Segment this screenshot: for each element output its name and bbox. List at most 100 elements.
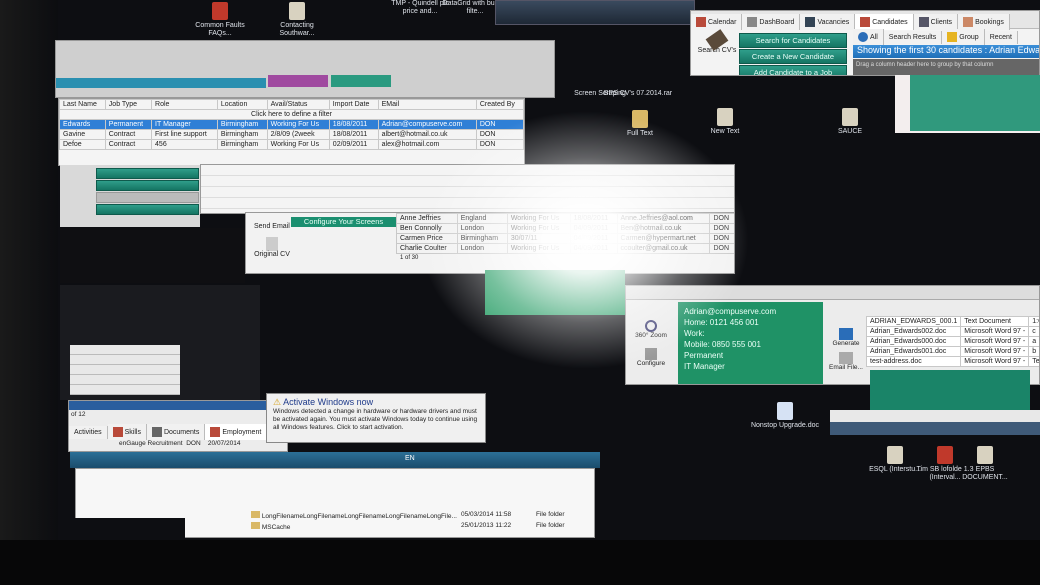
generate-button[interactable]: Generate: [826, 328, 866, 347]
cell: DON: [709, 243, 734, 254]
table-row[interactable]: Charlie Coulter London Working For Us 04/09…: [396, 243, 734, 254]
table-row[interactable]: Gavine Contract First line support Birmingh…: [59, 129, 524, 140]
folder-row[interactable]: MSCache 25/01/2013 11:22 File folder: [251, 522, 591, 531]
tab-clients[interactable]: Clients: [913, 14, 959, 31]
cell: Edwards: [59, 119, 106, 130]
cell: 04/09/2011: [569, 243, 618, 254]
desktop-icon-nonstop-upgrade[interactable]: Nonstop Upgrade.doc: [750, 402, 820, 430]
cell: Adrian_Edwards001.doc: [865, 346, 962, 357]
desktop-icon[interactable]: Contacting Southwar...: [262, 2, 332, 38]
table-row[interactable]: Edwards Permanent IT Manager Birmingham Work…: [59, 119, 524, 130]
sidebar-button[interactable]: [96, 180, 199, 191]
popup-body: Windows detected a change in hardware or…: [273, 408, 478, 431]
cell: 18/08/2011: [328, 129, 379, 140]
table-row[interactable]: Defoe Contract 456 Birmingham Working For Us…: [59, 139, 524, 150]
toolbar-all[interactable]: All: [853, 29, 884, 45]
folder-icon: [632, 110, 648, 128]
contact-details: Adrian@compuserve.com Home: 0121 456 001…: [678, 302, 823, 384]
toolbar-group[interactable]: Group: [942, 29, 985, 45]
original-cv-button[interactable]: Original CV: [254, 237, 290, 258]
folder-icon: [251, 511, 260, 518]
column-header[interactable]: Avail/Status: [266, 99, 330, 110]
desktop-icon-new-text[interactable]: New Text: [690, 108, 760, 136]
sidebar-button[interactable]: [96, 204, 199, 215]
file-row[interactable]: Adrian_Edwards000.doc Microsoft Word 97 -…: [865, 336, 1039, 347]
candidate-record-window: of 12 Activities Skills Documents Employmen…: [68, 400, 288, 452]
sidebar-button[interactable]: [96, 192, 199, 203]
file-row[interactable]: test-address.docMicrosoft Word 97 -Testi…: [865, 356, 1039, 367]
desktop-icon-sauce[interactable]: SAUCE: [815, 108, 885, 136]
star-icon: [947, 32, 958, 42]
zoom-360-button[interactable]: 360° Zoom: [630, 320, 672, 339]
activate-windows-popup[interactable]: ⚠ Activate Windows now Windows detected …: [266, 393, 486, 443]
desktop-icon[interactable]: EPBS DOCUMENT...: [955, 446, 1015, 482]
warning-icon: ⚠: [273, 397, 284, 407]
desktop-icon[interactable]: Common Faults FAQs...: [185, 2, 255, 38]
email-file-button[interactable]: Email File...: [826, 352, 866, 371]
search-cvs-button[interactable]: Search CV's: [695, 29, 739, 54]
cell: Microsoft Word 97 -: [960, 356, 1030, 367]
cell: ccoulter@gmail.co.uk: [616, 243, 711, 254]
cell: Charlie Coulter: [396, 243, 458, 254]
pink-button[interactable]: [268, 75, 328, 87]
file-row[interactable]: Adrian_Edwards001.doc Microsoft Word 97 -…: [865, 346, 1039, 357]
table-row[interactable]: Carmen Price Birmingham 30/07/11 04/09/2011…: [396, 233, 734, 244]
file-row[interactable]: ADRIAN_EDWARDS_000.1Text Document1:CV Da…: [865, 316, 1039, 327]
send-email-button[interactable]: Send Email: [254, 223, 290, 230]
contact-email: Adrian@compuserve.com: [684, 307, 777, 316]
configure-button[interactable]: Configure: [630, 348, 672, 367]
column-header[interactable]: Created By: [475, 99, 524, 110]
column-header[interactable]: Import Date: [328, 99, 379, 110]
tab-calendar[interactable]: Calendar: [691, 14, 743, 31]
green-panel: [485, 270, 625, 315]
desktop-icon-full-text[interactable]: Full Text: [605, 110, 675, 138]
toolbar-search-results[interactable]: Search Results: [883, 30, 943, 44]
desktop-icon-bps-cvs[interactable]: BPS CV's 07.2014.rar: [603, 90, 673, 98]
create-candidate-button[interactable]: Create a New Candidate: [739, 49, 847, 64]
contact-job-type: Permanent: [684, 351, 724, 360]
language-indicator[interactable]: EN: [405, 455, 415, 462]
cell: Working For Us: [266, 119, 330, 130]
tab-vacancies[interactable]: Vacancies: [800, 14, 856, 31]
column-header[interactable]: EMail: [377, 99, 477, 110]
table-row[interactable]: Anne Jeffries England Working For Us 18/08/…: [396, 213, 734, 224]
tab-skills[interactable]: Skills: [107, 424, 147, 441]
chair-icon: [805, 17, 816, 28]
column-header[interactable]: Role: [151, 99, 218, 110]
column-header[interactable]: Last Name: [59, 99, 106, 110]
tab-documents[interactable]: Documents: [146, 424, 206, 441]
taskbar-thumbnails[interactable]: [495, 0, 695, 25]
file-row[interactable]: Adrian_Edwards002.doc Microsoft Word 97 -…: [865, 326, 1039, 337]
folder-row[interactable]: LongFilenameLongFilenameLongFilenameLong…: [251, 511, 565, 520]
tab-dashboard[interactable]: DashBoard: [742, 14, 801, 31]
configure-screens-button[interactable]: Configure Your Screens: [291, 217, 396, 227]
glitched-statusbar: [830, 410, 1040, 435]
cell: albert@hotmail.co.uk: [377, 129, 477, 140]
grid-pager[interactable]: 1 of 30: [396, 254, 734, 262]
sidebar-button[interactable]: [96, 168, 199, 179]
teal-button[interactable]: [331, 75, 391, 87]
tab-activities[interactable]: Activities: [69, 426, 108, 439]
table-row[interactable]: Ben Connolly London Working For Us 04/09/20…: [396, 223, 734, 234]
column-header[interactable]: Location: [216, 99, 268, 110]
add-candidate-to-job-button[interactable]: Add Candidate to a Job: [739, 65, 847, 75]
toolbar-recent[interactable]: Recent: [984, 30, 1018, 44]
cell: Working For Us: [506, 223, 571, 234]
cell: Birmingham: [216, 129, 268, 140]
document-icon: [289, 2, 305, 20]
contact-toolbar: [626, 286, 1039, 300]
dashboard-icon: [747, 17, 758, 28]
search-candidates-button[interactable]: Search for Candidates: [739, 33, 847, 48]
document-icon: [212, 2, 228, 20]
contact-home: Home: 0121 456 001: [684, 318, 759, 327]
filter-row[interactable]: Click here to define a filter: [59, 109, 524, 120]
building-icon: [918, 17, 929, 28]
tab-bookings[interactable]: Bookings: [958, 14, 1010, 31]
record-pager[interactable]: of 12: [71, 411, 85, 418]
cell: test-address.doc: [865, 356, 962, 367]
action-buttons: Search for Candidates Create a New Candi…: [739, 33, 847, 75]
column-header[interactable]: Job Type: [104, 99, 153, 110]
tab-candidates[interactable]: Candidates: [855, 14, 914, 31]
tab-employment[interactable]: Employment: [205, 424, 268, 441]
candidate-grid: Last Name Job Type Role Location Avail/Statu…: [58, 98, 525, 166]
